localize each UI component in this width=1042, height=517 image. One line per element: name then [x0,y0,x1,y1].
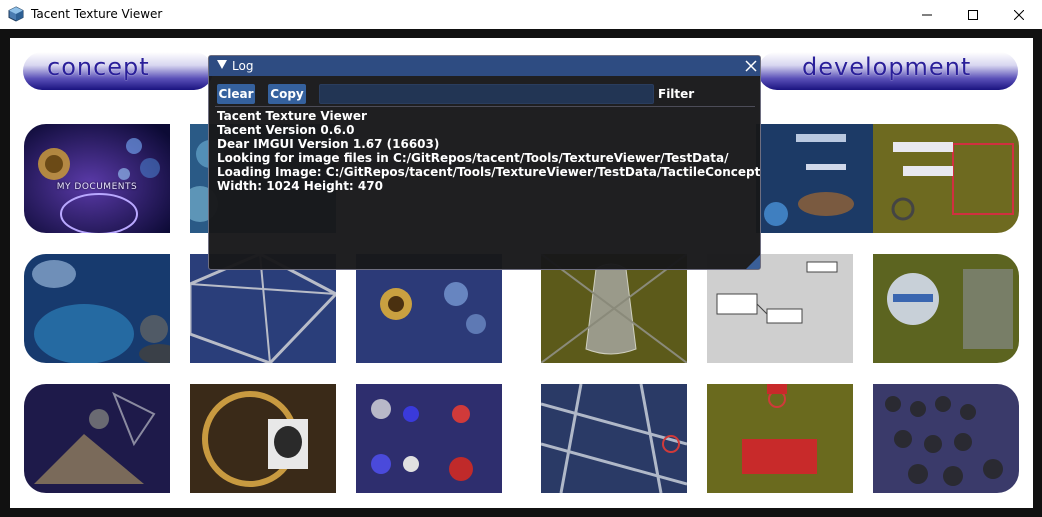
thumbnail-image [873,124,1019,233]
minimize-button[interactable] [904,0,950,29]
banner-right-text: development [802,53,972,81]
filter-input[interactable] [319,84,654,104]
close-icon[interactable] [743,58,759,74]
banner-right: development [758,52,1018,90]
close-icon [1014,9,1024,20]
thumbnail-image [541,254,687,363]
thumbnail-image [190,254,336,363]
window-title: Tacent Texture Viewer [31,7,163,21]
log-output[interactable]: Tacent Texture Viewer Tacent Version 0.6… [217,109,761,193]
thumbnail-image [873,384,1019,493]
log-title: Log [232,59,254,73]
tacent-cube-icon [8,6,24,22]
filter-label: Filter [658,87,695,101]
thumbnail-image [24,254,170,363]
thumbnail-image [190,384,336,493]
log-line: Width: 1024 Height: 470 [217,179,383,193]
collapse-triangle-icon[interactable] [217,60,227,69]
log-window[interactable]: Log Clear Copy Filter Tacent Texture Vie… [208,55,761,270]
banner-left: concept [23,52,213,90]
thumbnail-image [541,384,687,493]
thumbnail-image [24,384,170,493]
minimize-icon [922,14,932,15]
thumbnail-image [356,384,502,493]
maximize-button[interactable] [950,0,996,29]
separator [215,106,755,107]
thumbnail-my-documents: MY DOCUMENTS [24,124,170,233]
log-title-bar[interactable]: Log [209,56,760,76]
log-line: Loading Image: C:/GitRepos/tacent/Tools/… [217,165,761,179]
image-viewport[interactable]: concept development MY DOCUMENTS Log Cle… [0,29,1042,517]
thumbnail-image [707,384,853,493]
maximize-icon [968,9,978,20]
thumbnail-image [707,254,853,363]
copy-button[interactable]: Copy [268,84,306,104]
thumbnail-label: MY DOCUMENTS [56,182,138,192]
resize-grip[interactable] [746,255,760,269]
log-line: Tacent Texture Viewer [217,109,367,123]
clear-button[interactable]: Clear [217,84,255,104]
log-line: Tacent Version 0.6.0 [217,123,355,137]
thumbnail-image [873,254,1019,363]
log-line: Dear IMGUI Version 1.67 (16603) [217,137,440,151]
thumbnail-image [356,254,502,363]
close-button[interactable] [996,0,1042,29]
log-line: Looking for image files in C:/GitRepos/t… [217,151,729,165]
title-bar: Tacent Texture Viewer [0,0,1042,29]
banner-left-text: concept [47,53,150,81]
